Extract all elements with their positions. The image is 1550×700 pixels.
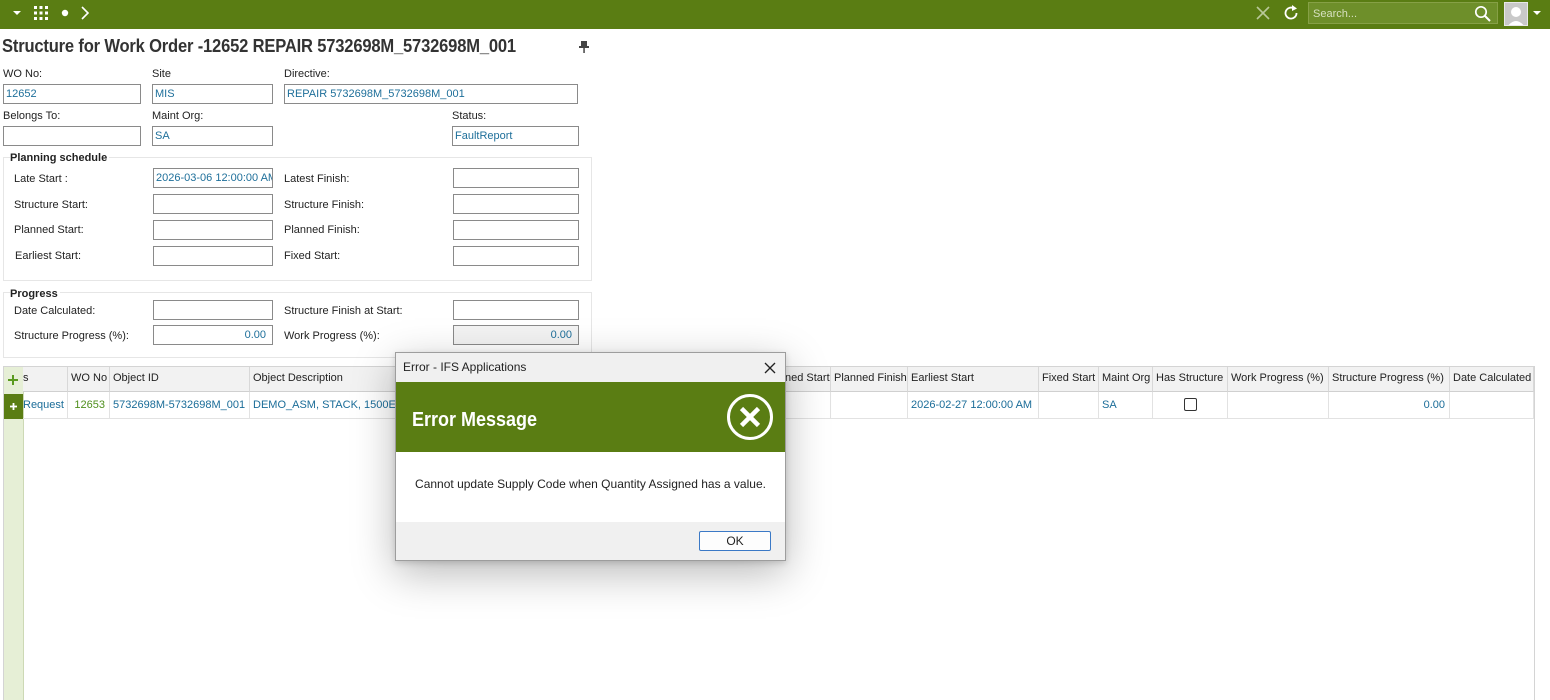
cell-fixed-start[interactable]: [1039, 392, 1099, 419]
error-heading: Error Message: [412, 409, 538, 431]
planned-finish-label: Planned Finish:: [284, 224, 360, 236]
wo-no-label: WO No:: [3, 68, 43, 80]
dialog-body: Cannot update Supply Code when Quantity …: [396, 452, 785, 522]
column-header-earliest-start[interactable]: Earliest Start: [908, 367, 1039, 392]
chevron-right-icon[interactable]: [79, 6, 91, 20]
column-header-object-id[interactable]: Object ID: [110, 367, 250, 392]
user-icon: [1508, 7, 1524, 25]
earliest-start-field[interactable]: [153, 246, 273, 266]
planning-schedule-title: Planning schedule: [10, 152, 110, 164]
search-icon[interactable]: [1474, 5, 1492, 22]
column-header-object-description[interactable]: Object Description: [250, 367, 400, 392]
status-label: Status:: [452, 110, 487, 122]
site-field[interactable]: MIS: [152, 84, 273, 104]
status-field[interactable]: FaultReport: [452, 126, 579, 146]
cell-planned-start[interactable]: [785, 392, 831, 419]
cell-type[interactable]: Request: [23, 392, 68, 419]
structure-progress-field[interactable]: 0.00: [153, 325, 273, 345]
column-header-planned-finish[interactable]: Planned Finish: [831, 367, 908, 392]
late-start-label: Late Start :: [14, 173, 68, 185]
planned-start-field[interactable]: [153, 220, 273, 240]
dialog-close-button[interactable]: [758, 357, 782, 379]
dialog-window-title: Error - IFS Applications: [403, 360, 527, 374]
cell-object-id[interactable]: 5732698M-5732698M_001: [110, 392, 250, 419]
add-row-icon[interactable]: [7, 374, 19, 386]
row-expand-button[interactable]: [4, 394, 23, 419]
fixed-start-field[interactable]: [453, 246, 579, 266]
belongs-to-label: Belongs To:: [3, 110, 61, 122]
work-progress-field[interactable]: 0.00: [453, 325, 579, 345]
column-header-fixed-start[interactable]: Fixed Start: [1039, 367, 1099, 392]
cell-date-calculated[interactable]: [1450, 392, 1534, 419]
avatar[interactable]: [1504, 2, 1528, 26]
structure-start-label: Structure Start:: [14, 199, 88, 211]
directive-field[interactable]: REPAIR 5732698M_5732698M_001: [284, 84, 578, 104]
search-box[interactable]: [1308, 2, 1498, 24]
wo-no-field[interactable]: 12652: [3, 84, 141, 104]
refresh-icon[interactable]: [1282, 4, 1300, 22]
directive-label: Directive:: [284, 68, 330, 80]
planned-finish-field[interactable]: [453, 220, 579, 240]
maint-org-field[interactable]: SA: [152, 126, 273, 146]
column-header-type[interactable]: s: [23, 367, 68, 392]
expand-plus-icon: [10, 403, 17, 410]
structure-finish-at-start-field[interactable]: [453, 300, 579, 320]
structure-start-field[interactable]: [153, 194, 273, 214]
dropdown-caret-icon[interactable]: [12, 9, 22, 17]
column-header-wo-no[interactable]: WO No: [68, 367, 110, 392]
date-calculated-field[interactable]: [153, 300, 273, 320]
structure-finish-at-start-label: Structure Finish at Start:: [284, 305, 403, 317]
structure-progress-label: Structure Progress (%):: [14, 330, 129, 342]
structure-finish-field[interactable]: [453, 194, 579, 214]
error-message-text: Cannot update Supply Code when Quantity …: [415, 477, 766, 491]
page-title: Structure for Work Order -12652 REPAIR 5…: [2, 36, 516, 56]
maint-org-label: Maint Org:: [152, 110, 204, 122]
column-header-maint-org[interactable]: Maint Org: [1099, 367, 1153, 392]
user-menu-caret-icon[interactable]: [1532, 9, 1542, 17]
error-dialog: Error - IFS Applications Error Message C…: [395, 352, 786, 561]
column-header-has-structure[interactable]: Has Structure: [1153, 367, 1228, 392]
cell-earliest-start[interactable]: 2026-02-27 12:00:00 AM: [908, 392, 1039, 419]
fixed-start-label: Fixed Start:: [284, 250, 341, 262]
error-x-circle-icon: [727, 394, 773, 440]
belongs-to-field[interactable]: [3, 126, 141, 146]
error-banner: Error Message: [396, 382, 785, 452]
pin-icon[interactable]: [578, 40, 590, 54]
latest-finish-field[interactable]: [453, 168, 579, 188]
late-start-field[interactable]: 2026-03-06 12:00:00 AM: [153, 168, 273, 188]
cell-structure-progress[interactable]: 0.00: [1329, 392, 1450, 419]
cell-object-description[interactable]: DEMO_ASM, STACK, 1500E,: [250, 392, 400, 419]
cell-maint-org[interactable]: SA: [1099, 392, 1153, 419]
search-input[interactable]: [1313, 6, 1463, 21]
navigator-dot-icon[interactable]: [60, 8, 70, 18]
cell-planned-finish[interactable]: [831, 392, 908, 419]
top-navigation-bar: [0, 0, 1550, 29]
ok-button[interactable]: OK: [699, 531, 771, 551]
cell-work-progress[interactable]: [1228, 392, 1329, 419]
progress-title: Progress: [10, 288, 60, 300]
column-header-structure-progress[interactable]: Structure Progress (%): [1329, 367, 1450, 392]
planned-start-label: Planned Start:: [14, 224, 84, 236]
cell-has-structure: [1153, 392, 1228, 419]
site-label: Site: [152, 68, 171, 80]
date-calculated-label: Date Calculated:: [14, 305, 96, 317]
apps-grid-icon[interactable]: [33, 5, 49, 21]
column-header-planned-start[interactable]: ned Start: [785, 367, 831, 392]
work-progress-label: Work Progress (%):: [284, 330, 380, 342]
earliest-start-label: Earliest Start:: [15, 250, 82, 262]
latest-finish-label: Latest Finish:: [284, 173, 350, 185]
close-icon: [764, 362, 776, 374]
column-header-work-progress[interactable]: Work Progress (%): [1228, 367, 1329, 392]
close-icon[interactable]: [1255, 5, 1271, 21]
has-structure-checkbox[interactable]: [1184, 398, 1197, 411]
cell-wo-no[interactable]: 12653: [68, 392, 110, 419]
structure-finish-label: Structure Finish:: [284, 199, 365, 211]
column-header-date-calculated[interactable]: Date Calculated: [1450, 367, 1534, 392]
